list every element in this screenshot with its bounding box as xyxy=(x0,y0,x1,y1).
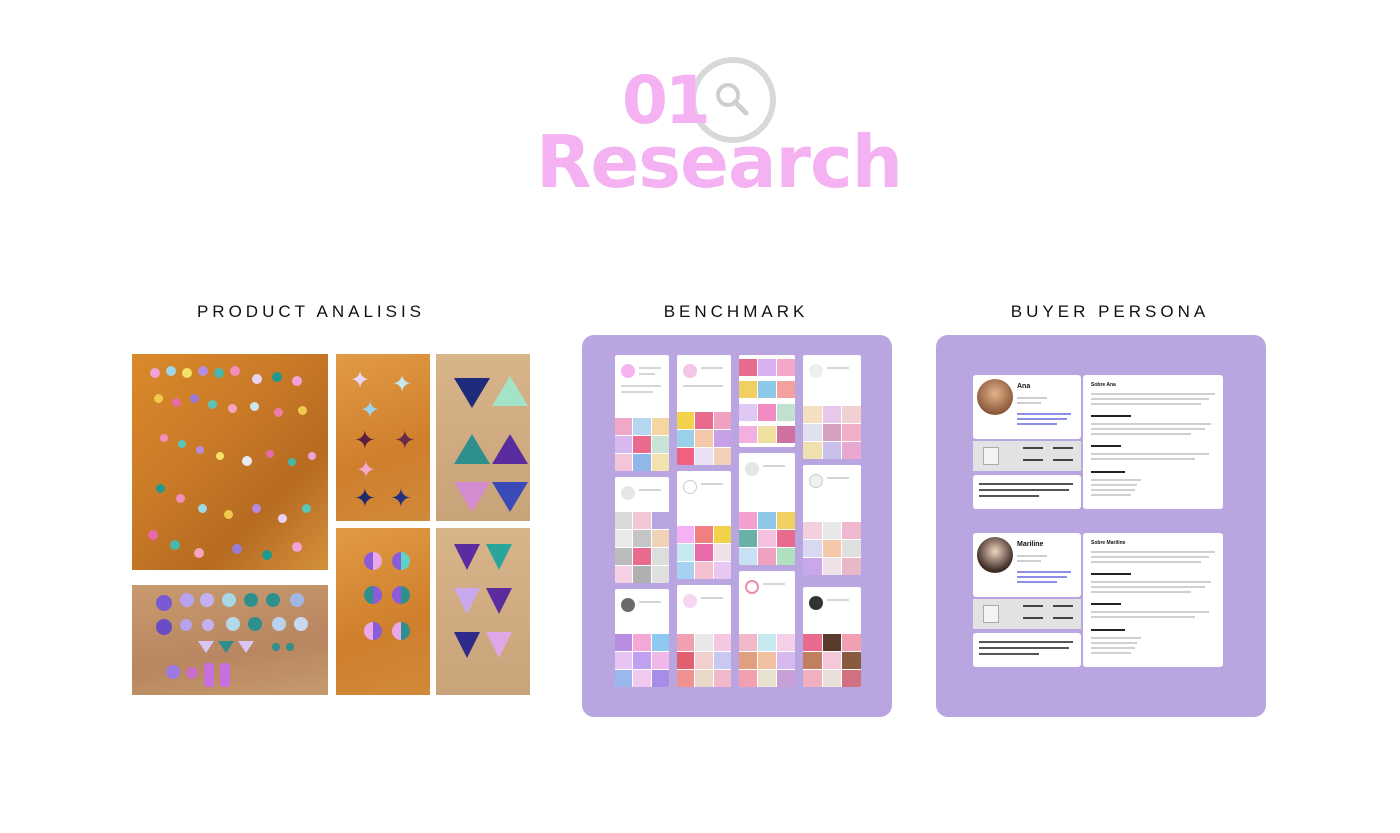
benchmark-profile-screenshot xyxy=(803,587,861,687)
product-photo-earrings-grid xyxy=(132,354,328,570)
persona-details-mariline xyxy=(973,599,1081,629)
section-title-buyer-persona: BUYER PERSONA xyxy=(1010,302,1210,321)
section-title-benchmark: BENCHMARK xyxy=(663,302,809,321)
persona-card-mariline: Mariline xyxy=(973,533,1081,597)
benchmark-profile-screenshot xyxy=(739,571,795,687)
benchmark-profile-screenshot xyxy=(677,471,731,579)
persona-name: Mariline xyxy=(1017,541,1044,548)
persona-name: Ana xyxy=(1017,383,1031,390)
persona-about-heading: Sobre Ana xyxy=(1091,382,1116,388)
avatar xyxy=(977,537,1013,573)
persona-card-ana: Ana xyxy=(973,375,1081,439)
product-photo-split-circle-earrings xyxy=(336,528,430,695)
benchmark-profile-screenshot xyxy=(803,355,861,459)
benchmark-profile-screenshot xyxy=(739,453,795,565)
benchmark-profile-screenshot xyxy=(677,355,731,465)
product-photo-sun-triangle-earrings xyxy=(436,354,530,521)
benchmark-panel xyxy=(582,335,892,717)
product-photo-triangle-earrings xyxy=(436,528,530,695)
buyer-persona-panel: Ana Sobre Ana Mariline Sobre Mariline xyxy=(936,335,1266,717)
section-title-product-analisis: PRODUCT ANALISIS xyxy=(196,302,426,321)
persona-quote-ana xyxy=(973,475,1081,509)
persona-details-ana xyxy=(973,441,1081,471)
benchmark-profile-screenshot xyxy=(615,477,669,583)
benchmark-profile-screenshot xyxy=(739,355,795,447)
persona-quote-mariline xyxy=(973,633,1081,667)
page-title: Research xyxy=(536,120,903,204)
product-photo-star-earrings: ✦ ✦ ✦ ✦ ✦ ✦ ✦ ✦ xyxy=(336,354,430,521)
persona-about-mariline: Sobre Mariline xyxy=(1083,533,1223,667)
benchmark-profile-screenshot xyxy=(615,589,669,687)
benchmark-profile-screenshot xyxy=(803,465,861,575)
benchmark-profile-screenshot xyxy=(615,355,669,471)
product-photo-round-earrings xyxy=(132,585,328,695)
persona-about-ana: Sobre Ana xyxy=(1083,375,1223,509)
benchmark-profile-screenshot xyxy=(677,585,731,687)
persona-about-heading: Sobre Mariline xyxy=(1091,540,1126,546)
avatar xyxy=(977,379,1013,415)
